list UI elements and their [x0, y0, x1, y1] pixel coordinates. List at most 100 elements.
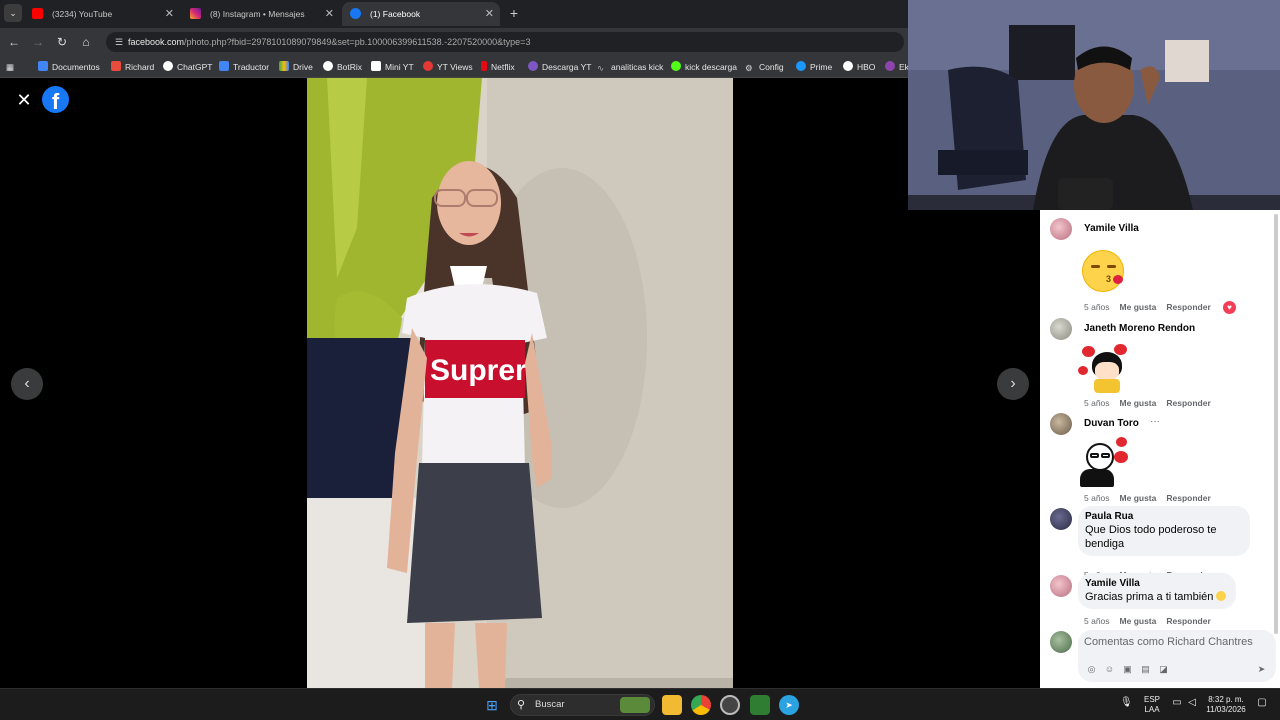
comment-author[interactable]: Duvan Toro [1084, 418, 1139, 429]
bookmark-descarga-yt[interactable]: Descarga YT [528, 56, 591, 77]
language-indicator[interactable]: ESP LAA [1140, 695, 1164, 715]
volume-icon[interactable]: ◁ [1185, 698, 1199, 708]
comment-meta: 5 años Me gusta Responder [1084, 302, 1211, 312]
back-icon[interactable]: ← [5, 33, 23, 51]
forward-icon[interactable]: → [29, 33, 47, 51]
like-button[interactable]: Me gusta [1120, 616, 1157, 626]
send-icon[interactable]: ➤ [1256, 664, 1267, 675]
bookmark-prime[interactable]: Prime [796, 56, 832, 77]
url-host: facebook.com [128, 37, 185, 47]
bookmark-label: kick descarga [685, 62, 737, 72]
microphone-icon[interactable]: 🎙 [1120, 698, 1133, 708]
file-explorer-icon[interactable] [662, 695, 682, 715]
close-icon[interactable]: ✕ [165, 2, 174, 26]
reply-button[interactable]: Responder [1166, 493, 1210, 503]
bookmark-config[interactable]: ⚙ Config [745, 56, 784, 77]
more-options-icon[interactable]: ··· [1150, 416, 1160, 427]
close-icon[interactable]: ✕ [325, 2, 334, 26]
site-info-icon[interactable]: ☰ [112, 35, 126, 49]
clock-date: 11/03/2026 [1206, 705, 1246, 714]
comment-input[interactable]: Comentas como Richard Chantres ◎ ☺ ▣ ▤ ◪… [1078, 630, 1276, 682]
webcam-image [908, 0, 1280, 210]
home-icon[interactable]: ⌂ [77, 33, 95, 51]
comment-text: bendiga [1085, 538, 1125, 550]
comment-author[interactable]: Yamile Villa [1085, 578, 1229, 589]
bookmark-netflix[interactable]: Netflix [481, 56, 515, 77]
photo[interactable]: Suprer [307, 78, 733, 688]
like-button[interactable]: Me gusta [1120, 398, 1157, 408]
tab-youtube[interactable]: (3234) YouTube ✕ [24, 2, 180, 26]
comment-author[interactable]: Paula Rua [1085, 511, 1243, 522]
bookmark-chatgpt[interactable]: ChatGPT [163, 56, 213, 77]
bookmark-icon [371, 61, 381, 71]
comment-time[interactable]: 5 años [1084, 493, 1110, 503]
tab-title: (8) Instagram • Mensajes [210, 9, 305, 19]
scrollbar[interactable] [1274, 214, 1278, 634]
like-button[interactable]: Me gusta [1120, 302, 1157, 312]
clock[interactable]: 8:32 p. m. 11/03/2026 [1200, 695, 1252, 715]
gif-icon[interactable]: ▤ [1140, 664, 1151, 675]
reply-button[interactable]: Responder [1166, 398, 1210, 408]
bookmark-label: ChatGPT [177, 62, 213, 72]
sticker-icon[interactable]: ◪ [1158, 664, 1169, 675]
bookmark-documentos[interactable]: Documentos [38, 56, 100, 77]
keyboard-layout: LAA [1144, 705, 1160, 714]
comment-author[interactable]: Janeth Moreno Rendon [1084, 323, 1195, 334]
previous-photo-button[interactable]: ‹ [11, 368, 43, 400]
camera-icon[interactable]: ▣ [1122, 664, 1133, 675]
emoji-icon[interactable]: ☺ [1104, 664, 1115, 675]
chrome-icon[interactable] [691, 695, 711, 715]
windows-start-icon[interactable]: ⊞ [482, 695, 502, 715]
bookmark-analiticas-kick[interactable]: ∿ analiticas kick [597, 56, 663, 77]
avatar[interactable] [1050, 218, 1072, 240]
tab-bar: ⌄ (3234) YouTube ✕ (8) Instagram • Mensa… [0, 0, 908, 28]
comment-time[interactable]: 5 años [1084, 302, 1110, 312]
taskbar-search[interactable]: ⚲ Buscar [510, 694, 655, 716]
comment-author[interactable]: Yamile Villa [1084, 223, 1139, 234]
reply-button[interactable]: Responder [1166, 302, 1210, 312]
bookmark-richard[interactable]: Richard [111, 56, 154, 77]
telegram-icon[interactable]: ➤ [779, 695, 799, 715]
bookmark-drive[interactable]: Drive [279, 56, 313, 77]
apps-icon[interactable]: ▦ [6, 56, 14, 77]
bookmark-botrix[interactable]: BotRix [323, 56, 362, 77]
facebook-logo[interactable]: f [42, 86, 69, 113]
comment-bubble: Yamile Villa Gracias prima a ti también [1078, 573, 1236, 609]
bookmark-hbo[interactable]: HBO [843, 56, 875, 77]
next-photo-button[interactable]: › [997, 368, 1029, 400]
bookmark-ek[interactable]: Ek [885, 56, 908, 77]
bookmark-kick-descarga[interactable]: kick descarga [671, 56, 737, 77]
avatar-sticker-icon[interactable]: ◎ [1086, 664, 1097, 675]
bookmark-label: Traductor [233, 62, 270, 72]
address-bar[interactable]: ☰ facebook.com/photo.php?fbid=2978101089… [106, 32, 904, 52]
avatar[interactable] [1050, 575, 1072, 597]
tab-search-button[interactable]: ⌄ [4, 4, 22, 22]
reply-button[interactable]: Responder [1166, 616, 1210, 626]
notification-icon[interactable]: ▢ [1256, 698, 1268, 708]
bookmark-traductor[interactable]: Traductor [219, 56, 270, 77]
bookmark-icon [423, 61, 433, 71]
app-icon[interactable] [750, 695, 770, 715]
love-reaction-icon[interactable]: ♥ [1223, 301, 1236, 314]
reload-icon[interactable]: ↻ [53, 33, 71, 51]
close-icon[interactable]: ✕ [485, 2, 494, 26]
app-icon[interactable] [720, 695, 740, 715]
bookmark-mini-yt[interactable]: Mini YT [371, 56, 414, 77]
current-user-avatar[interactable] [1050, 631, 1072, 653]
comment-bubble: Paula Rua Que Dios todo poderoso te bend… [1078, 506, 1250, 556]
bookmark-icon [323, 61, 333, 71]
network-icon[interactable]: ▭ [1170, 698, 1184, 708]
avatar[interactable] [1050, 508, 1072, 530]
avatar[interactable] [1050, 413, 1072, 435]
close-viewer-button[interactable]: ✕ [14, 90, 34, 110]
comment-time[interactable]: 5 años [1084, 616, 1110, 626]
avatar[interactable] [1050, 318, 1072, 340]
tab-instagram[interactable]: (8) Instagram • Mensajes ✕ [182, 2, 340, 26]
new-tab-button[interactable]: + [506, 4, 522, 22]
address-toolbar: ← → ↻ ⌂ ☰ facebook.com/photo.php?fbid=29… [0, 28, 908, 56]
bookmark-yt-views[interactable]: YT Views [423, 56, 473, 77]
like-button[interactable]: Me gusta [1120, 493, 1157, 503]
bookmarks-bar: ▦ Documentos Richard ChatGPT Traductor D… [0, 56, 908, 78]
tab-facebook[interactable]: (1) Facebook ✕ [342, 2, 500, 26]
comment-time[interactable]: 5 años [1084, 398, 1110, 408]
